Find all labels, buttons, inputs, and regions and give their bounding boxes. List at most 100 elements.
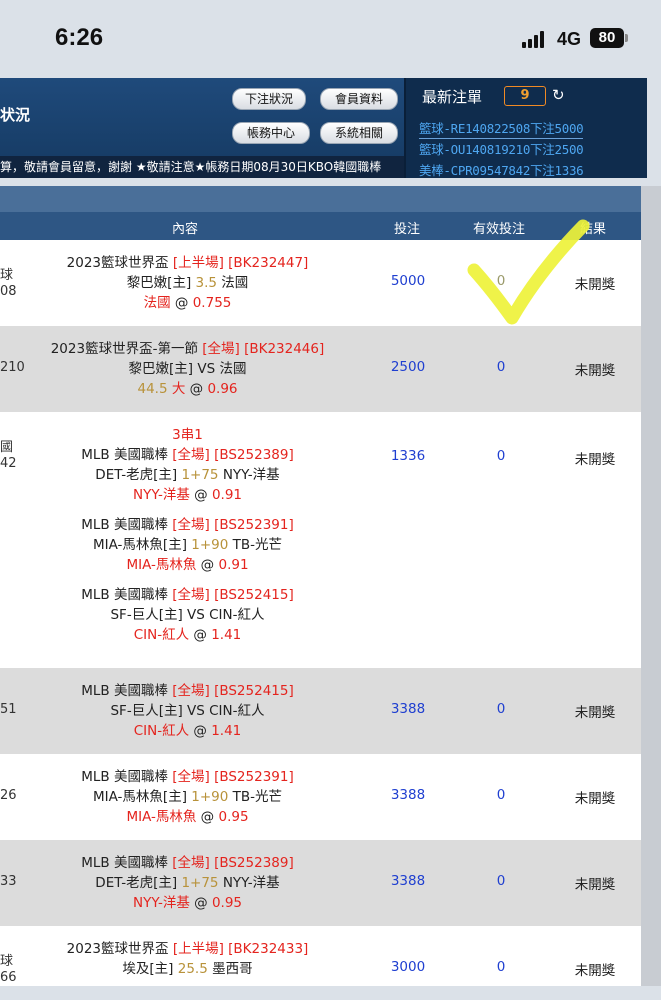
bet-content-segment: 2023籃球世界盃 (66, 255, 173, 271)
bet-content-segment: [上半場] [BK232433] (172, 941, 309, 957)
member-info-button[interactable]: 會員資料 (320, 88, 398, 110)
latest-bet-item[interactable]: 籃球-OU140819210下注2500 (419, 139, 584, 158)
bets-table: 內容 投注 有效投注 結果 球 08 2023籃球世界盃 [上半場] [BK2324… (0, 186, 641, 986)
bet-content-line: MIA-馬林魚 @ 0.91 (0, 555, 375, 575)
bet-content-segment: 黎巴嫩[主] VS 法國 (128, 361, 247, 377)
page-title: 状況 (0, 106, 31, 124)
bet-content-segment: 0.96 (207, 381, 238, 397)
bet-content-segment: [全場] [BS252415] (172, 683, 294, 699)
valid-bet-amount: 0 (496, 959, 506, 975)
bet-content-segment: [全場] [BK232446] (202, 341, 325, 357)
account-center-button[interactable]: 帳務中心 (232, 122, 310, 144)
bet-content-segment: MIA-馬林魚[主] (92, 537, 192, 553)
page-edge (641, 186, 661, 986)
bet-content-segment: TB-光芒 (228, 537, 283, 553)
bet-content-segment: @ (170, 295, 193, 311)
bet-content-line: MIA-馬林魚 @ 0.95 (0, 807, 375, 827)
bet-amount: 3388 (390, 787, 426, 803)
bet-content-line: SF-巨人[主] VS CIN-紅人 (0, 701, 375, 721)
bet-content-segment: 0.95 (218, 809, 249, 825)
bet-content-segment: MLB 美國職棒 (81, 517, 173, 533)
bet-content-segment: 黎巴嫩[主] (126, 275, 196, 291)
bet-content-line: 埃及[主] 25.5 墨西哥 (0, 959, 375, 979)
latest-bet-item[interactable]: 美棒-CPR09547842下注1336 (419, 160, 584, 179)
status-bar: 6:26 4G 80 (0, 0, 661, 78)
bet-content-segment: CIN-紅人 (133, 627, 190, 643)
bet-content-segment: 0.91 (211, 487, 243, 503)
latest-bet-item[interactable]: 籃球-RE140822508下注5000 (419, 118, 584, 139)
latest-bets-title: 最新注單 (422, 88, 483, 106)
bet-status-button[interactable]: 下注狀況 (232, 88, 306, 110)
bet-content-segment: 25.5 (177, 961, 208, 977)
result-status: 未開獎 (574, 363, 616, 379)
bet-content-line: DET-老虎[主] 1+75 NYY-洋基 (0, 465, 375, 485)
bet-content-line: MLB 美國職棒 [全場] [BS252389] (0, 445, 375, 465)
header-bet: 投注 (394, 222, 421, 237)
bet-content-line: SF-巨人[主] VS CIN-紅人 (0, 605, 375, 625)
bet-amount: 3000 (390, 959, 426, 975)
bet-content-line: 2023籃球世界盃 [上半場] [BK232447] (0, 253, 375, 273)
result-status: 未開獎 (574, 791, 616, 807)
bet-content-segment: 1.41 (211, 723, 242, 739)
table-row: 210 2023籃球世界盃-第一節 [全場] [BK232446] 黎巴嫩[主] V… (0, 326, 641, 413)
bet-content-segment: [全場] [BS252415] (172, 587, 294, 603)
table-row: 球 66 2023籃球世界盃 [上半場] [BK232433] 埃及[主] 25.5 … (0, 926, 641, 986)
bet-content-segment: 2023籃球世界盃-第一節 (50, 341, 203, 357)
bet-content-segment: 法國 (217, 275, 249, 291)
bet-content: 2023籃球世界盃 [上半場] [BK232433] 埃及[主] 25.5 墨西哥 (0, 939, 375, 979)
bet-content-segment: 44.5 (137, 381, 172, 397)
bet-content-segment: MIA-馬林魚[主] (92, 789, 192, 805)
bet-content-line: MIA-馬林魚[主] 1+90 TB-光芒 (0, 535, 375, 555)
bet-content-segment: 墨西哥 (207, 961, 253, 977)
signal-icon (522, 30, 552, 48)
bet-content-line: MIA-馬林魚[主] 1+90 TB-光芒 (0, 787, 375, 807)
bet-content-segment: DET-老虎[主] (95, 467, 182, 483)
bet-content-segment: [全場] [BS252389] (172, 447, 294, 463)
bet-content-line: MLB 美國職棒 [全場] [BS252391] (0, 515, 375, 535)
bet-content-segment: @ (189, 627, 212, 643)
bet-content-line: NYY-洋基 @ 0.91 (0, 485, 375, 505)
bet-content-segment: TB-光芒 (228, 789, 283, 805)
refresh-icon[interactable]: ↻ (552, 86, 565, 104)
bet-content-line: MLB 美國職棒 [全場] [BS252391] (0, 767, 375, 787)
bet-content: 2023籃球世界盃-第一節 [全場] [BK232446] 黎巴嫩[主] VS 法… (0, 339, 375, 399)
bet-content-segment: @ (189, 487, 212, 503)
bet-content-line: 2023籃球世界盃-第一節 [全場] [BK232446] (0, 339, 375, 359)
bet-content-segment: SF-巨人[主] VS CIN-紅人 (110, 607, 265, 623)
bet-content-line: MLB 美國職棒 [全場] [BS252415] (0, 585, 375, 605)
bet-content-segment: [上半場] [BK232447] (172, 255, 309, 271)
valid-bet-amount: 0 (496, 787, 506, 803)
valid-bet-amount: 0 (496, 359, 506, 375)
bet-content-segment: 0.755 (192, 295, 232, 311)
bet-content-segment: MLB 美國職棒 (81, 769, 173, 785)
system-button[interactable]: 系統相關 (320, 122, 398, 144)
bet-content-segment: @ (189, 895, 212, 911)
bet-amount: 5000 (390, 273, 426, 289)
bet-content-segment: NYY-洋基 (132, 487, 190, 503)
bet-content-segment: NYY-洋基 (218, 467, 280, 483)
clock: 6:26 (55, 24, 104, 51)
bet-content-line: MLB 美國職棒 [全場] [BS252389] (0, 853, 375, 873)
bet-content-segment: [全場] [BS252389] (172, 855, 294, 871)
bet-content-segment: MLB 美國職棒 (81, 683, 173, 699)
bet-content-segment: 1+75 (181, 467, 219, 483)
bet-content-segment: 1+90 (191, 789, 229, 805)
result-status: 未開獎 (574, 963, 616, 979)
bet-content-line: 3串1 (0, 425, 375, 445)
bet-content-segment: 3.5 (195, 275, 217, 291)
bet-content-line: 法國 @ 0.755 (0, 293, 375, 313)
bet-content-segment: 2023籃球世界盃 (66, 941, 173, 957)
bet-content-segment: 0.95 (211, 895, 243, 911)
valid-bet-amount: 0 (496, 701, 506, 717)
bet-content: MLB 美國職棒 [全場] [BS252415] SF-巨人[主] VS CIN-… (0, 681, 375, 741)
bet-content-segment: 1.41 (211, 627, 242, 643)
bet-content-segment: 法國 (143, 295, 171, 311)
bet-content-segment: @ (189, 723, 212, 739)
battery-tip (625, 34, 628, 42)
result-status: 未開獎 (574, 705, 616, 721)
battery-icon: 80 (590, 28, 624, 48)
bet-content-line: CIN-紅人 @ 1.41 (0, 721, 375, 741)
bet-content-segment: MLB 美國職棒 (81, 587, 173, 603)
table-row: 國 42 3串1 MLB 美國職棒 [全場] [BS252389] DET-老虎[主] … (0, 412, 641, 669)
bet-content-segment: @ (185, 381, 208, 397)
